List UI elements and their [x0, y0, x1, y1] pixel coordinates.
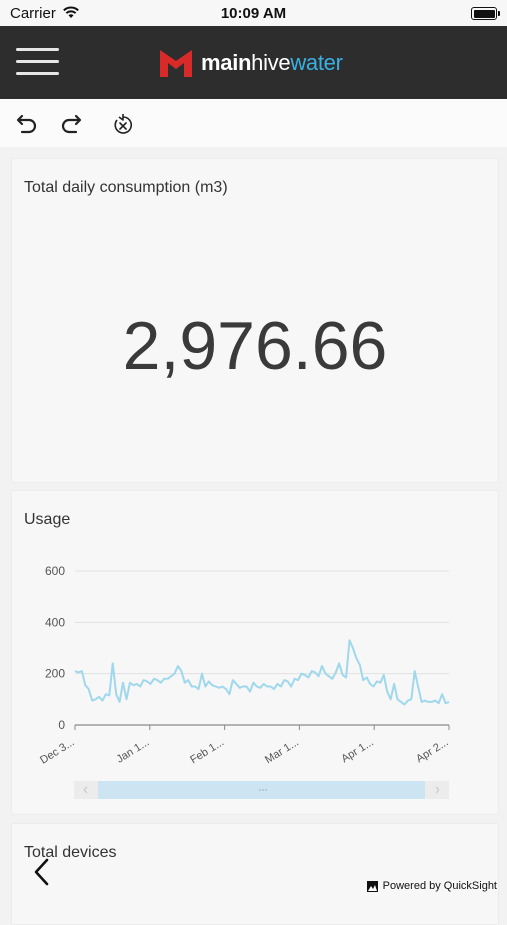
redo-icon[interactable] [60, 111, 86, 137]
logo-wordmark: mainhivewater [201, 50, 343, 76]
y-tick-label: 200 [45, 667, 65, 681]
y-tick-label: 400 [45, 615, 65, 629]
total-devices-card[interactable]: Total devices [11, 823, 499, 925]
x-tick-label: Apr 1... [339, 736, 375, 765]
app-header: mainhivewater [0, 26, 507, 99]
powered-by-text: Powered by QuickSight [382, 880, 497, 892]
reset-icon[interactable] [110, 111, 136, 137]
undo-icon[interactable] [12, 111, 38, 137]
logo-mark-icon [160, 50, 192, 77]
powered-by: Powered by QuickSight [366, 880, 497, 892]
scrollbar-grip-icon[interactable] [259, 789, 261, 791]
menu-icon[interactable] [16, 48, 59, 78]
x-tick-label: Jan 1... [114, 736, 151, 765]
status-bar: Carrier 10:09 AM [0, 0, 507, 26]
usage-chart: 0 200 400 600 Dec 3... Jan 1... Feb 1... Mar 1… [38, 564, 451, 799]
x-tick-label: Feb 1... [188, 736, 226, 766]
back-icon[interactable] [30, 857, 54, 887]
quicksight-icon [366, 880, 378, 892]
scrollbar-thumb[interactable] [98, 781, 425, 799]
x-tick-label: Mar 1... [263, 736, 301, 766]
logo-main-text: main [201, 50, 252, 75]
total-consumption-card[interactable]: Total daily consumption (m3) 2,976.66 [11, 158, 499, 483]
x-axis: Dec 3... Jan 1... Feb 1... Mar 1... Apr 1...… [38, 725, 451, 767]
series-layer [74, 639, 450, 706]
y-tick-label: 0 [58, 718, 65, 732]
y-axis: 0 200 400 600 [45, 564, 65, 732]
battery-icon [471, 7, 500, 20]
card-title: Total daily consumption (m3) [24, 179, 228, 196]
x-tick-label: Dec 3... [38, 736, 77, 766]
y-tick-label: 600 [45, 564, 65, 578]
toolbar [0, 99, 507, 147]
brand-logo: mainhivewater [159, 47, 343, 79]
logo-hive-text: hive [251, 50, 291, 75]
chart-scrollbar[interactable] [74, 781, 449, 799]
kpi-value: 2,976.66 [122, 308, 388, 384]
clock: 10:09 AM [220, 5, 287, 22]
usage-card[interactable]: Usage 0 200 400 600 Dec 3... Jan 1... Feb 1..… [11, 490, 499, 815]
chart-grid [75, 570, 449, 726]
logo-water-text: water [290, 50, 343, 75]
x-tick-label: Apr 2... [414, 736, 450, 765]
series-line-0 [74, 639, 450, 706]
